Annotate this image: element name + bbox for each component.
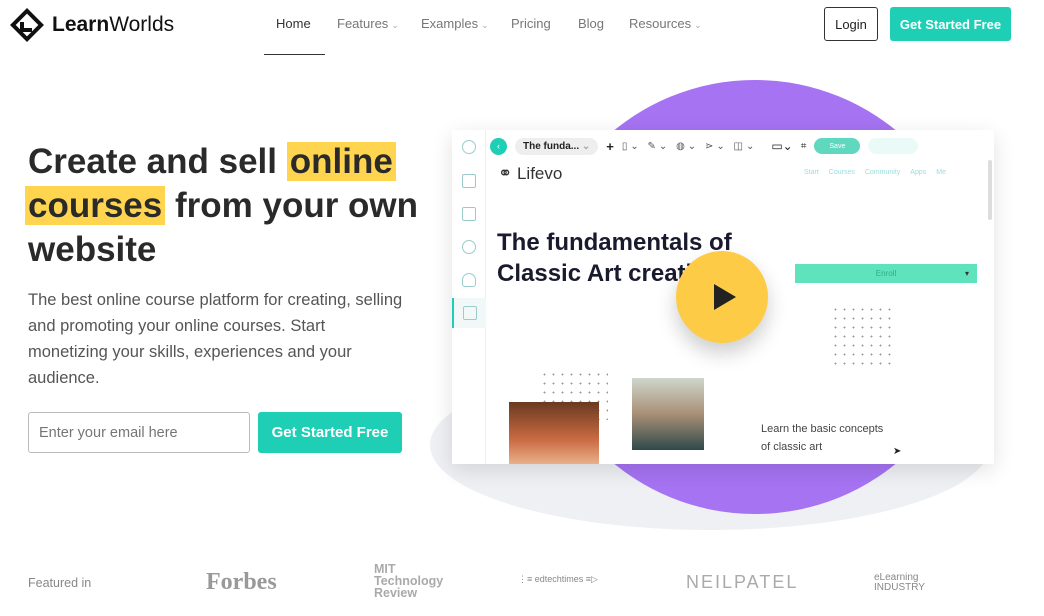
title-highlight: courses <box>25 186 166 225</box>
title-part: Create and sell <box>28 142 287 181</box>
layout-icon <box>462 174 476 188</box>
site-nav-item[interactable]: Apps <box>910 169 926 176</box>
editor-mockup: ‹ The funda... ⌄ + ▯⌄ ✎⌄ ◍⌄ ⋗⌄ ◫⌄ ▭⌄ ⌗ S… <box>452 130 994 464</box>
chevron-down-icon: ⌄ <box>391 20 399 30</box>
featured-label: Featured in <box>28 576 92 590</box>
edtechtimes-logo: ⋮≡ edtechtimes ≡▷ <box>518 574 598 584</box>
hero-get-started-button[interactable]: Get Started Free <box>258 412 402 453</box>
mit-technology-review-logo: MIT Technology Review <box>374 562 444 600</box>
site-nav-item[interactable]: Courses <box>829 169 855 176</box>
hero-description: The best online course platform for crea… <box>28 291 403 387</box>
nav-home[interactable]: Home <box>276 16 311 31</box>
forbes-logo: Forbes <box>206 569 277 595</box>
page-select[interactable]: The funda... ⌄ <box>515 137 599 155</box>
site-logo-text: Lifevo <box>516 164 563 183</box>
chevron-down-icon: ⌄ <box>694 20 702 30</box>
title-part: from your own <box>165 186 419 225</box>
student-photo <box>509 402 599 464</box>
title-highlight: online <box>286 142 396 181</box>
instructor-photo <box>632 378 704 450</box>
back-button[interactable]: ‹ <box>490 137 507 155</box>
header-get-started-button[interactable]: Get Started Free <box>890 7 1011 41</box>
edtechtimes-text: edtechtimes <box>534 574 584 584</box>
site-logo: ⚭ Lifevo <box>498 164 563 183</box>
site-nav-item[interactable]: Community <box>865 169 900 176</box>
elearning-industry-logo: eLearning INDUSTRY <box>874 572 925 593</box>
nav-examples-label: Examples <box>421 16 479 31</box>
chevron-down-icon: ⌄ <box>481 20 489 30</box>
nav-features[interactable]: Features ⌄ <box>337 16 399 31</box>
nav-blog[interactable]: Blog <box>578 16 604 31</box>
nav-examples[interactable]: Examples ⌄ <box>421 16 489 31</box>
nav-features-label: Features <box>337 16 389 31</box>
history-icon <box>462 140 476 154</box>
title-part: website <box>28 230 157 269</box>
logo[interactable]: LearnWorlds <box>10 8 174 42</box>
hero-title: Create and sell online courses from your … <box>25 140 428 272</box>
page-select-label: The funda... <box>523 140 580 152</box>
play-circle-icon <box>462 240 476 254</box>
toolbar-tools-icons[interactable]: ▯⌄ ✎⌄ ◍⌄ ⋗⌄ ◫⌄ <box>622 141 757 152</box>
site-nav: Start Courses Community Apps Me <box>804 169 946 176</box>
nav-resources-label: Resources <box>629 16 692 31</box>
publish-button[interactable] <box>868 138 919 154</box>
page-icon-active <box>452 298 486 328</box>
desktop-icon[interactable]: ▭⌄ <box>771 139 792 153</box>
play-icon <box>714 284 736 310</box>
editor-toolbar: ‹ The funda... ⌄ + ▯⌄ ✎⌄ ◍⌄ ⋗⌄ ◫⌄ ▭⌄ ⌗ S… <box>490 136 919 156</box>
neilpatel-logo: NEILPATEL <box>686 572 799 592</box>
editor-sidebar <box>452 130 486 464</box>
learnworlds-logo-icon <box>10 8 44 42</box>
login-button[interactable]: Login <box>824 7 878 41</box>
play-button[interactable] <box>676 251 768 343</box>
dot-pattern <box>831 305 895 369</box>
terminal-icon <box>462 207 476 221</box>
enroll-label: Enroll <box>875 269 897 278</box>
user-icon <box>462 273 476 287</box>
site-nav-item[interactable]: Me <box>936 169 946 176</box>
cursor-icon: ➤ <box>893 446 902 457</box>
enroll-button[interactable]: Enroll ▾ <box>795 264 977 283</box>
course-blurb: Learn the basic concepts of classic art <box>761 423 884 453</box>
preview-icon[interactable]: ⌗ <box>801 141 807 152</box>
nav-pricing[interactable]: Pricing <box>511 16 551 31</box>
nav-resources[interactable]: Resources ⌄ <box>629 16 702 31</box>
save-button[interactable]: Save <box>814 138 861 154</box>
brand-name-bold: Learn <box>52 13 110 36</box>
add-icon[interactable]: + <box>606 139 614 154</box>
active-nav-underline <box>264 54 325 55</box>
email-input[interactable] <box>28 412 250 453</box>
site-nav-item[interactable]: Start <box>804 169 819 176</box>
scrollbar[interactable] <box>988 160 992 220</box>
brand-name-rest: Worlds <box>109 13 175 36</box>
